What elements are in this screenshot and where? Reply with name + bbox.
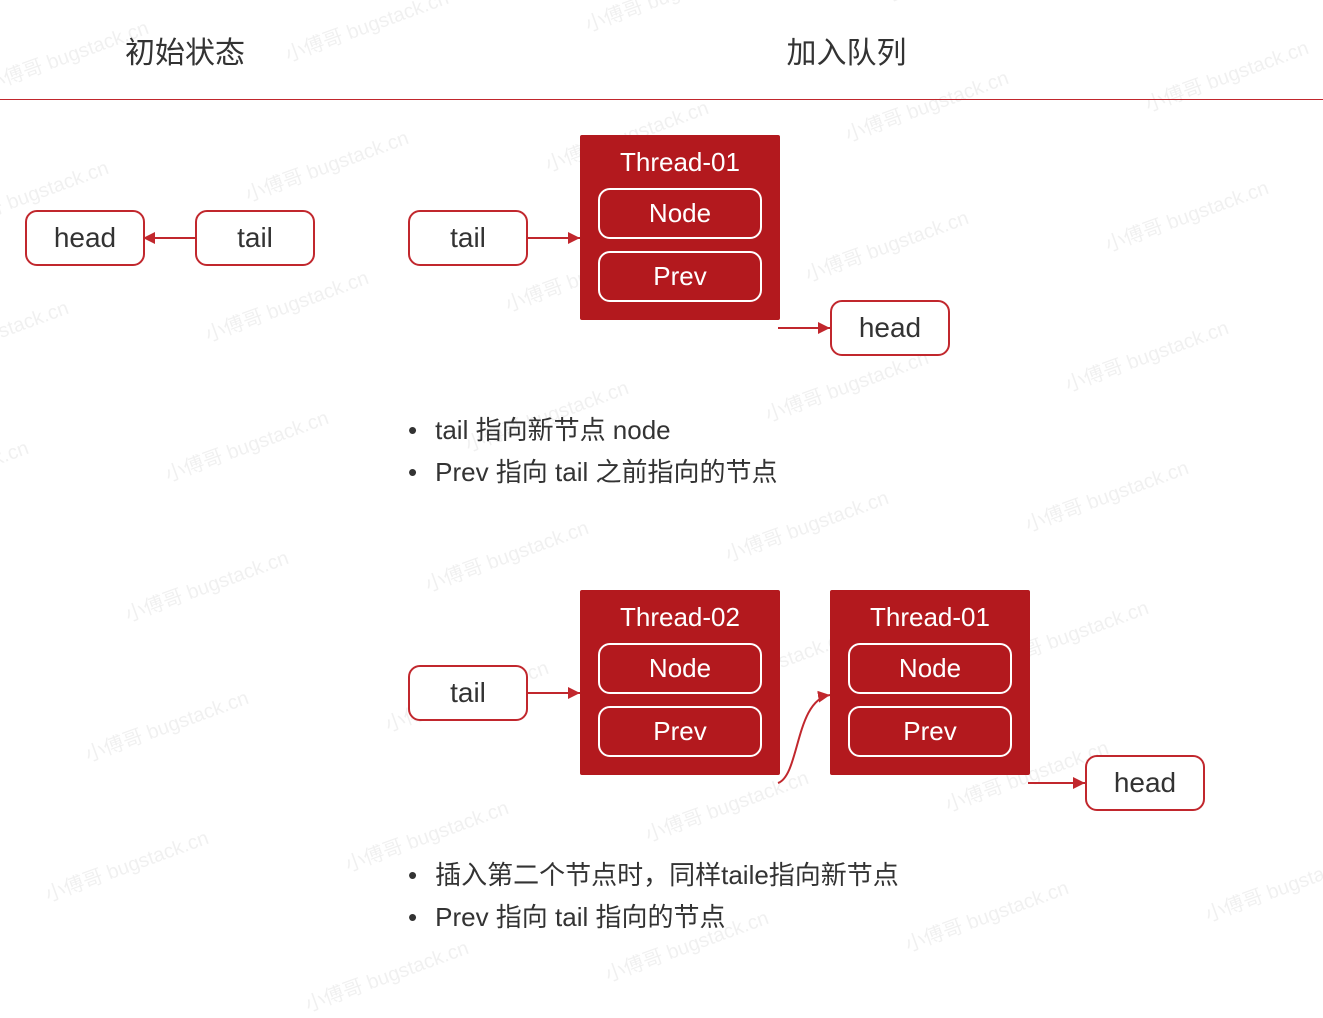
wm: 小傅哥 bugstack.cn (0, 431, 32, 517)
wm: 小傅哥 bugstack.cn (1020, 451, 1192, 537)
wm: 小傅哥 bugstack.cn (300, 931, 472, 1017)
wm: 小傅哥 bugstack.cn (420, 511, 592, 597)
header-left-title: 初始状态 (0, 28, 370, 72)
header-row: 初始状态 加入队列 (0, 0, 1323, 100)
thread01-title: Thread-01 (598, 147, 762, 178)
wm: 小傅哥 bugstack.cn (160, 401, 332, 487)
thread02-box-step2: Thread-02 Node Prev (580, 590, 780, 775)
head-box-initial: head (25, 210, 145, 266)
node-inner-step2b: Node (848, 643, 1012, 694)
thread02-title: Thread-02 (598, 602, 762, 633)
tail-box-initial: tail (195, 210, 315, 266)
prev-inner-step2b: Prev (848, 706, 1012, 757)
node-inner-step2a: Node (598, 643, 762, 694)
bullet-item: Prev 指向 tail 之前指向的节点 (408, 452, 777, 494)
arrow-prev-to-head-step2 (1020, 770, 1095, 800)
head-box-step1: head (830, 300, 950, 356)
thread01-box-step2: Thread-01 Node Prev (830, 590, 1030, 775)
wm: 小傅哥 bugstack.cn (80, 681, 252, 767)
bullet-item: 插入第二个节点时，同样taile指向新节点 (408, 855, 899, 897)
bullets-step1: tail 指向新节点 node Prev 指向 tail 之前指向的节点 (408, 410, 777, 493)
prev-inner-step1: Prev (598, 251, 762, 302)
wm: 小傅哥 bugstack.cn (240, 121, 412, 207)
bullet-item: Prev 指向 tail 指向的节点 (408, 897, 899, 939)
wm: 小傅哥 bugstack.cn (800, 201, 972, 287)
header-right-title: 加入队列 (370, 28, 1323, 72)
node-inner-step1: Node (598, 188, 762, 239)
head-box-step2: head (1085, 755, 1205, 811)
prev-inner-step2a: Prev (598, 706, 762, 757)
thread01-box-step1: Thread-01 Node Prev (580, 135, 780, 320)
tail-box-step2: tail (408, 665, 528, 721)
wm: 小傅哥 bugstack.cn (40, 821, 212, 907)
wm: 小傅哥 bugstack.cn (1200, 841, 1323, 927)
wm: 小傅哥 bugstack.cn (0, 291, 72, 377)
wm: 小傅哥 bugstack.cn (120, 541, 292, 627)
thread01-title-step2: Thread-01 (848, 602, 1012, 633)
bullets-step2: 插入第二个节点时，同样taile指向新节点 Prev 指向 tail 指向的节点 (408, 855, 899, 938)
bullet-item: tail 指向新节点 node (408, 410, 777, 452)
wm: 小傅哥 bugstack.cn (720, 481, 892, 567)
wm: 小傅哥 bugstack.cn (1100, 171, 1272, 257)
wm: 小傅哥 bugstack.cn (200, 261, 372, 347)
wm: 小傅哥 bugstack.cn (1060, 311, 1232, 397)
wm: 小傅哥 bugstack.cn (900, 871, 1072, 957)
tail-box-step1: tail (408, 210, 528, 266)
